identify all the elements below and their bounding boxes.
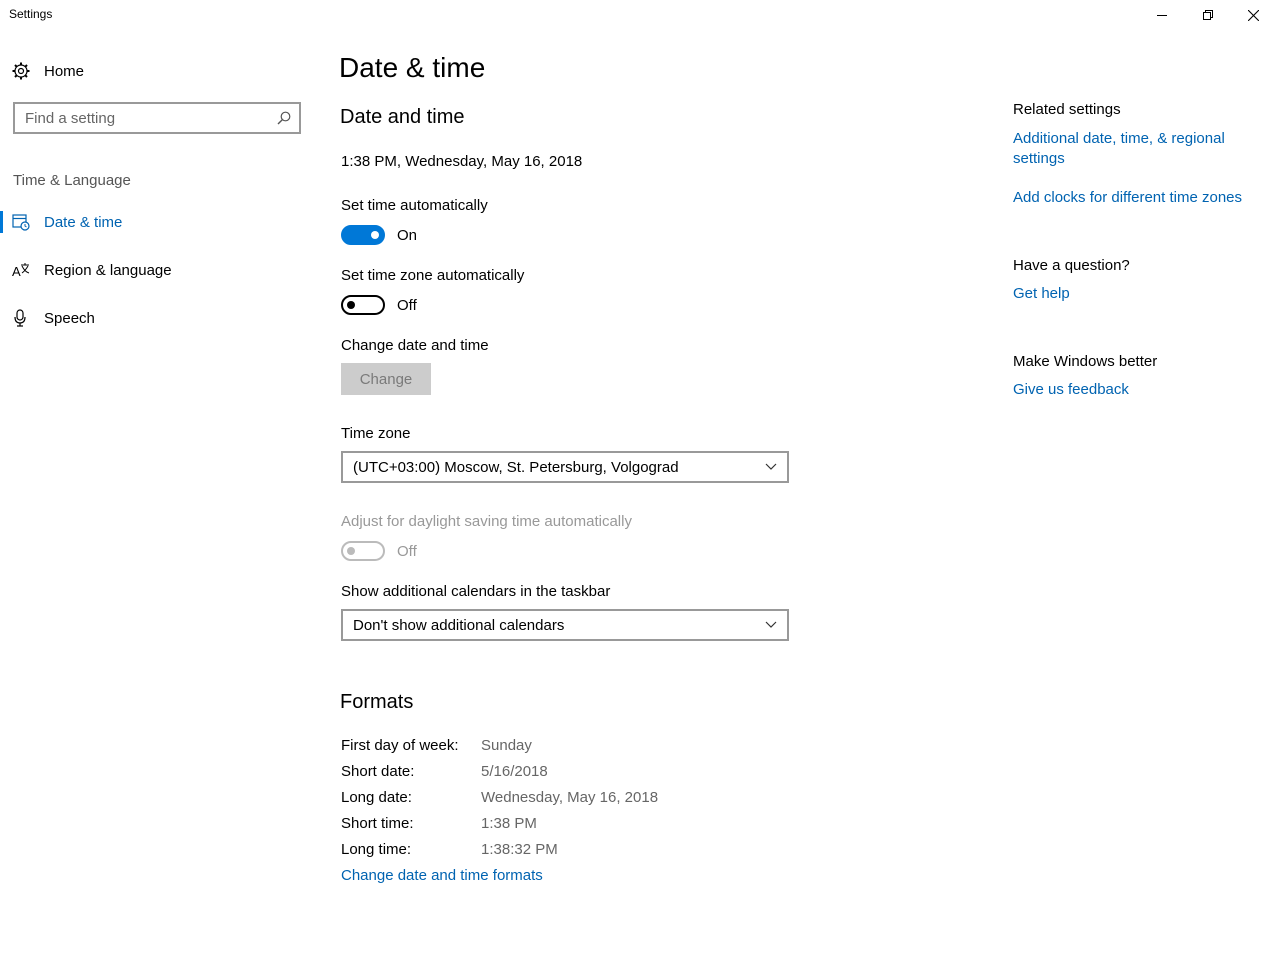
svg-text:A: A xyxy=(12,264,21,279)
set-tz-auto-toggle[interactable] xyxy=(341,295,385,315)
format-value: Wednesday, May 16, 2018 xyxy=(481,788,659,806)
title-bar: Settings xyxy=(0,0,1276,30)
format-row: Long date: Wednesday, May 16, 2018 xyxy=(341,784,658,810)
gear-icon xyxy=(12,62,30,80)
format-row: First day of week: Sunday xyxy=(341,732,658,758)
sidebar-item-date-time[interactable]: Date & time xyxy=(0,207,300,237)
add-clocks-link[interactable]: Add clocks for different time zones xyxy=(1013,189,1242,206)
minimize-icon xyxy=(1157,15,1167,16)
sidebar-item-speech[interactable]: Speech xyxy=(0,303,300,333)
sidebar-item-label: Region & language xyxy=(44,261,172,279)
time-zone-label: Time zone xyxy=(341,425,411,442)
format-row: Short date: 5/16/2018 xyxy=(341,758,658,784)
search-box[interactable] xyxy=(13,102,301,134)
minimize-button[interactable] xyxy=(1139,0,1185,30)
chevron-down-icon xyxy=(765,463,777,470)
format-value: 1:38 PM xyxy=(481,814,537,832)
format-row: Short time: 1:38 PM xyxy=(341,810,658,836)
format-value: 5/16/2018 xyxy=(481,762,548,780)
toggle-knob xyxy=(347,301,355,309)
section-title-date-time: Date and time xyxy=(340,106,465,128)
set-tz-auto-label: Set time zone automatically xyxy=(341,267,525,284)
format-key: Short date: xyxy=(341,762,415,780)
calendars-dropdown[interactable]: Don't show additional calendars xyxy=(341,609,789,641)
formats-list: First day of week: Sunday Short date: 5/… xyxy=(341,732,658,888)
sidebar-item-label: Date & time xyxy=(44,213,123,231)
sidebar-item-region-language[interactable]: A Region & language xyxy=(0,255,300,285)
dst-toggle-row: Off xyxy=(341,541,417,561)
format-key: Short time: xyxy=(341,814,414,832)
set-time-auto-toggle-row: On xyxy=(341,225,417,245)
set-time-auto-state: On xyxy=(397,226,418,244)
set-time-auto-toggle[interactable] xyxy=(341,225,385,245)
chevron-down-icon xyxy=(765,621,777,628)
format-value: Sunday xyxy=(481,736,532,754)
close-icon xyxy=(1247,9,1259,21)
time-zone-dropdown[interactable]: (UTC+03:00) Moscow, St. Petersburg, Volg… xyxy=(341,451,789,483)
make-windows-better-heading: Make Windows better xyxy=(1013,353,1158,370)
sidebar-item-label: Speech xyxy=(44,309,95,327)
format-row: Change date and time formats xyxy=(341,862,658,888)
format-key: Long time: xyxy=(341,840,412,858)
format-row: Long time: 1:38:32 PM xyxy=(341,836,658,862)
related-settings-heading: Related settings xyxy=(1013,101,1121,118)
current-datetime: 1:38 PM, Wednesday, May 16, 2018 xyxy=(341,153,583,170)
app-title: Settings xyxy=(9,7,53,21)
dst-state: Off xyxy=(397,542,417,560)
change-datetime-label: Change date and time xyxy=(341,337,489,354)
additional-date-time-link[interactable]: Additional date, time, & regional settin… xyxy=(1013,129,1253,169)
restore-icon xyxy=(1203,10,1213,20)
time-zone-value: (UTC+03:00) Moscow, St. Petersburg, Volg… xyxy=(353,458,679,476)
give-feedback-link[interactable]: Give us feedback xyxy=(1013,381,1129,398)
get-help-link[interactable]: Get help xyxy=(1013,285,1070,302)
language-icon: A xyxy=(0,261,44,279)
dst-label: Adjust for daylight saving time automati… xyxy=(341,513,632,530)
sidebar-section-label: Time & Language xyxy=(13,172,131,189)
set-tz-auto-toggle-row: Off xyxy=(341,295,417,315)
change-datetime-button[interactable]: Change xyxy=(341,363,431,395)
toggle-knob xyxy=(371,231,379,239)
search-input[interactable] xyxy=(15,105,269,131)
format-value: 1:38:32 PM xyxy=(481,840,558,858)
format-key: Long date: xyxy=(341,788,412,806)
calendar-clock-icon xyxy=(0,213,44,231)
home-nav[interactable]: Home xyxy=(12,58,84,84)
formats-title: Formats xyxy=(340,691,414,713)
restore-button[interactable] xyxy=(1185,0,1231,30)
format-key: First day of week: xyxy=(341,736,459,754)
page-title: Date & time xyxy=(339,52,486,83)
calendars-label: Show additional calendars in the taskbar xyxy=(341,583,611,600)
set-time-auto-label: Set time automatically xyxy=(341,197,488,214)
close-button[interactable] xyxy=(1230,0,1276,30)
dst-toggle xyxy=(341,541,385,561)
toggle-knob xyxy=(347,547,355,555)
question-heading: Have a question? xyxy=(1013,257,1130,274)
microphone-icon xyxy=(0,309,44,327)
calendars-value: Don't show additional calendars xyxy=(353,616,565,634)
home-label: Home xyxy=(44,62,85,80)
change-formats-link[interactable]: Change date and time formats xyxy=(341,867,543,884)
set-tz-auto-state: Off xyxy=(397,296,417,314)
search-icon[interactable] xyxy=(269,111,299,125)
